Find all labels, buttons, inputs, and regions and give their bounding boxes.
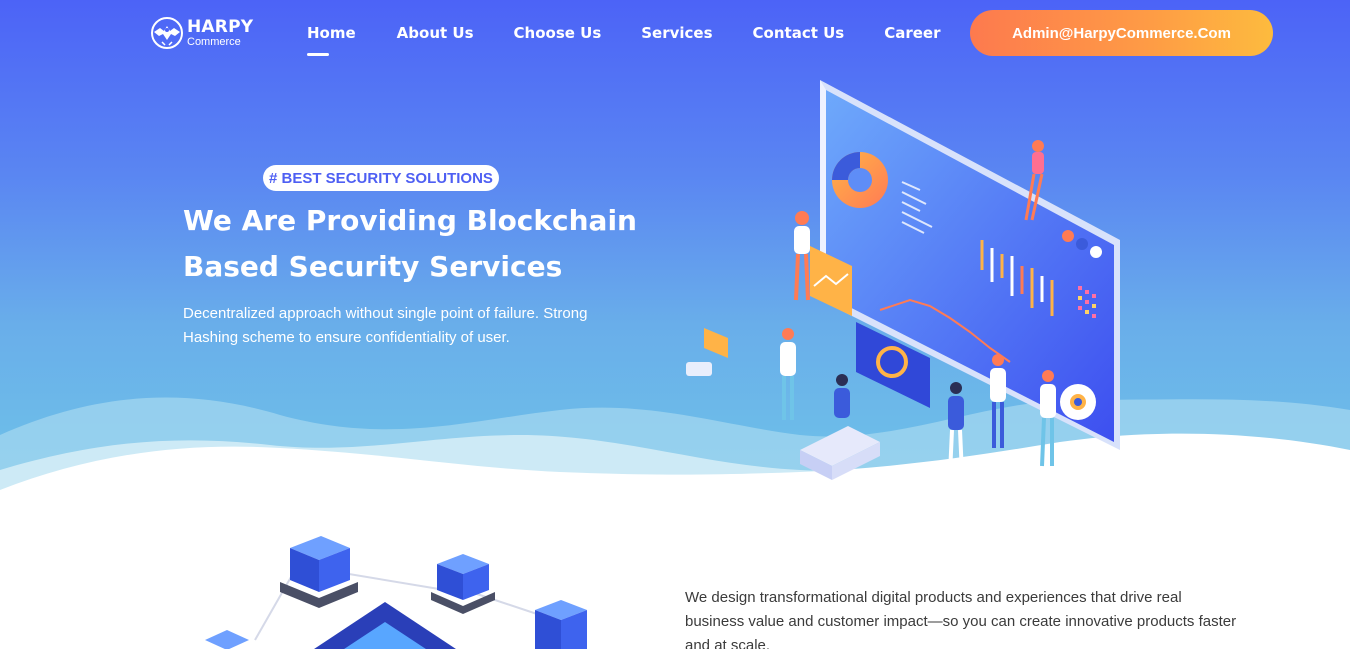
nav-item-choose-us[interactable]: Choose Us	[514, 24, 602, 42]
nav-item-services[interactable]: Services	[641, 24, 712, 42]
logo-subtitle: Commerce	[187, 35, 241, 48]
main-nav: Home About Us Choose Us Services Contact…	[307, 24, 941, 56]
network-servers-illustration	[205, 536, 587, 649]
wave-decoration	[0, 397, 1350, 500]
blockchain-dashboard-illustration	[686, 80, 1120, 480]
admin-email-button[interactable]: Admin@HarpyCommerce.Com	[970, 10, 1273, 56]
hero-description: Decentralized approach without single po…	[183, 305, 588, 346]
logo[interactable]: HARPY Commerce	[150, 16, 253, 50]
about-description: We design transformational digital produ…	[685, 589, 1237, 649]
nav-item-about-us[interactable]: About Us	[397, 24, 474, 42]
nav-item-contact-us[interactable]: Contact Us	[753, 24, 845, 42]
hero-badge: # BEST SECURITY SOLUTIONS	[263, 165, 499, 191]
hero-section: HARPY Commerce Home About Us Choose Us S…	[0, 0, 1350, 500]
nav-item-career[interactable]: Career	[884, 24, 940, 42]
harpy-eagle-icon	[151, 17, 183, 49]
hero-headline: We Are Providing Blockchain Based Securi…	[183, 204, 637, 283]
nav-item-home[interactable]: Home	[307, 24, 356, 56]
logo-title: HARPY	[187, 16, 254, 37]
